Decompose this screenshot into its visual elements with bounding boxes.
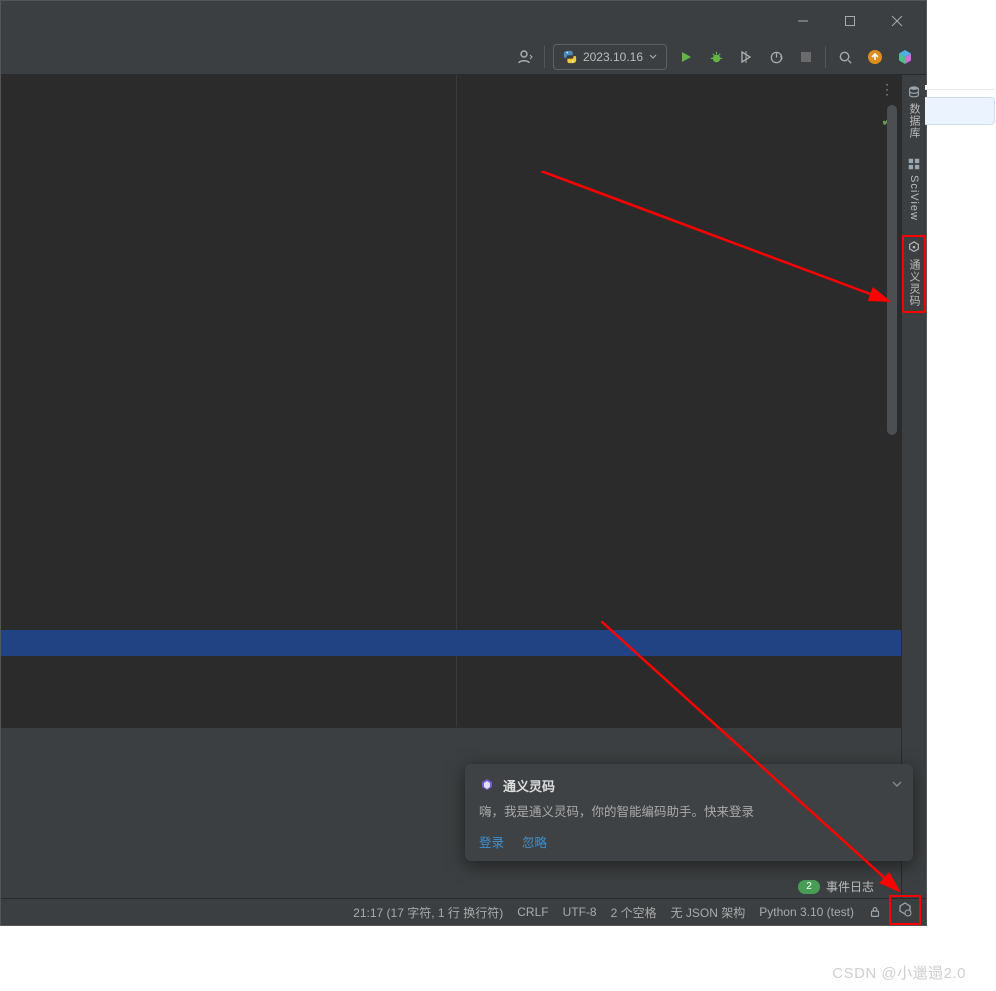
stop-button[interactable] — [795, 46, 817, 68]
user-icon[interactable] — [514, 46, 536, 68]
status-caret[interactable]: 21:17 (17 字符, 1 行 换行符) — [353, 904, 503, 921]
notification-popup: 通义灵码 嗨，我是通义灵码，你的智能编码助手。快来登录 登录 忽略 — [465, 764, 913, 861]
tool-window-label: SciView — [908, 175, 920, 221]
popup-body: 嗨，我是通义灵码，你的智能编码助手。快来登录 — [479, 803, 899, 822]
editor-area[interactable]: ✔ — [1, 75, 901, 727]
ide-services-icon[interactable] — [894, 46, 916, 68]
maximize-button[interactable] — [826, 1, 873, 40]
tool-window-label: 数据库 — [906, 103, 922, 139]
run-config-label: 2023.10.16 — [583, 50, 643, 64]
lock-icon[interactable] — [868, 905, 882, 919]
chevron-down-icon — [649, 53, 657, 61]
tool-window-sciview[interactable]: SciView — [905, 153, 923, 225]
tool-window-tongyi[interactable]: 通义灵码 — [902, 235, 926, 313]
grid-icon — [907, 157, 921, 171]
event-log-label: 事件日志 — [826, 878, 874, 895]
ide-window: 2023.10.16 — [0, 0, 927, 926]
status-line-separator[interactable]: CRLF — [517, 905, 548, 919]
event-log-button[interactable]: 2 事件日志 — [798, 878, 874, 895]
popup-ignore-link[interactable]: 忽略 — [522, 832, 547, 851]
watermark-text: CSDN @小邋遢2.0 — [832, 962, 966, 983]
toolbar-separator — [544, 46, 545, 68]
coverage-button[interactable] — [735, 46, 757, 68]
tool-window-database[interactable]: 数据库 — [904, 81, 924, 143]
popup-title: 通义灵码 — [503, 776, 555, 795]
popup-login-link[interactable]: 登录 — [479, 832, 504, 851]
tongyi-icon — [907, 241, 921, 255]
search-everywhere-button[interactable] — [834, 46, 856, 68]
status-interpreter[interactable]: Python 3.10 (test) — [759, 905, 854, 919]
minimize-button[interactable] — [779, 1, 826, 40]
tongyi-icon — [897, 902, 913, 918]
tool-window-label: 通义灵码 — [906, 259, 922, 307]
event-count-badge: 2 — [798, 880, 820, 894]
toolbar-separator — [825, 46, 826, 68]
python-icon — [563, 50, 577, 64]
editor-selection-line — [1, 630, 901, 656]
background-window-edge — [925, 85, 995, 125]
run-configuration-selector[interactable]: 2023.10.16 — [553, 44, 667, 70]
editor-scrollbar-thumb[interactable] — [887, 105, 897, 435]
debug-button[interactable] — [705, 46, 727, 68]
status-encoding[interactable]: UTF-8 — [563, 905, 597, 919]
main-toolbar: 2023.10.16 — [1, 40, 926, 75]
update-button[interactable] — [864, 46, 886, 68]
tongyi-icon — [479, 778, 495, 794]
status-bar: 21:17 (17 字符, 1 行 换行符) CRLF UTF-8 2 个空格 … — [1, 898, 926, 925]
database-icon — [907, 85, 921, 99]
profile-button[interactable] — [765, 46, 787, 68]
tongyi-status-icon[interactable] — [889, 895, 921, 925]
close-button[interactable] — [873, 1, 920, 40]
status-json-schema[interactable]: 无 JSON 架构 — [671, 904, 746, 921]
editor-more-icon[interactable]: ⋮ — [880, 81, 895, 98]
popup-collapse-icon[interactable] — [891, 778, 903, 793]
run-button[interactable] — [675, 46, 697, 68]
window-titlebar — [1, 1, 926, 40]
status-indent[interactable]: 2 个空格 — [611, 904, 657, 921]
